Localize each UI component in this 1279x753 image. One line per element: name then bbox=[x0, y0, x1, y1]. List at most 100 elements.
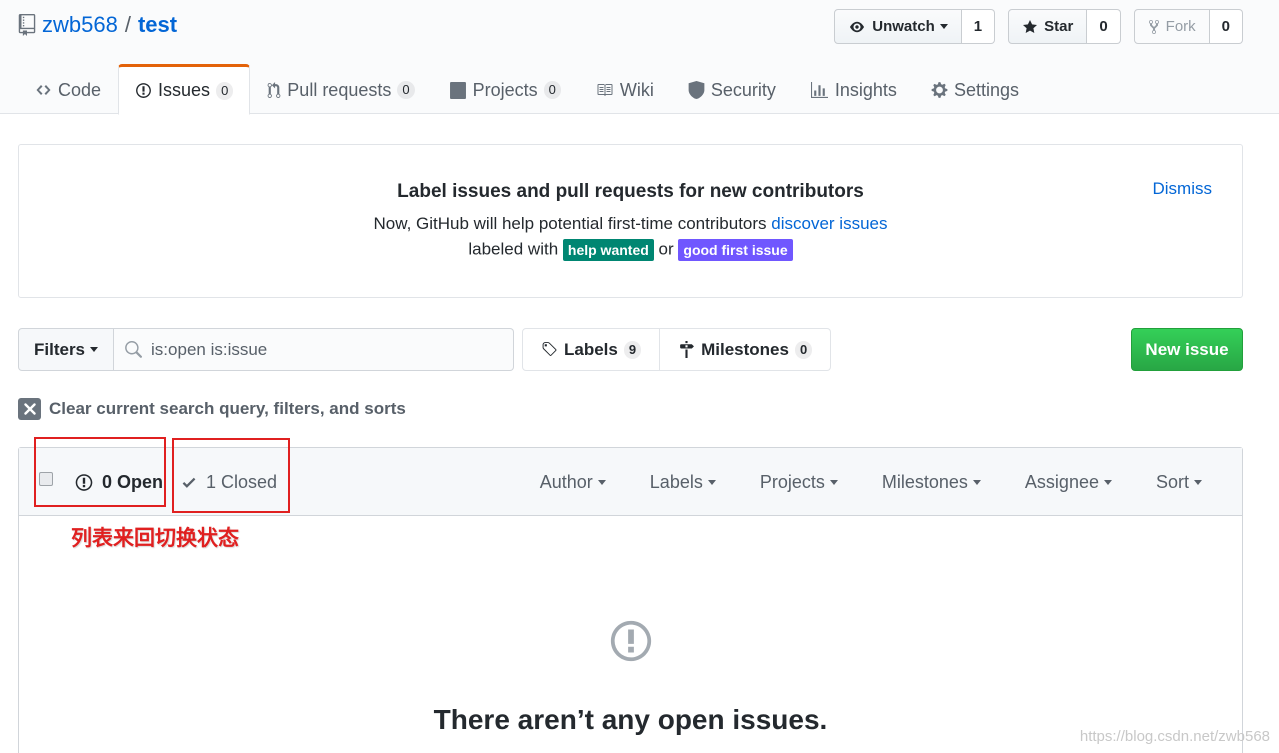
close-icon bbox=[18, 398, 41, 420]
labels-milestones-group: Labels 9 Milestones 0 bbox=[522, 328, 832, 371]
chevron-down-icon bbox=[829, 480, 838, 486]
repo-nav: Code Issues 0 Pull requests 0 Projects 0… bbox=[18, 64, 1036, 115]
banner-description: Now, GitHub will help potential first-ti… bbox=[19, 214, 1242, 234]
filters-label: Filters bbox=[34, 339, 86, 359]
label-good-first-issue[interactable]: good first issue bbox=[678, 239, 793, 261]
unwatch-label: Unwatch bbox=[872, 18, 935, 35]
milestones-label: Milestones bbox=[701, 339, 789, 359]
pulls-counter: 0 bbox=[397, 81, 415, 99]
tab-settings[interactable]: Settings bbox=[914, 64, 1036, 114]
discover-issues-link[interactable]: discover issues bbox=[771, 214, 887, 233]
tab-security[interactable]: Security bbox=[671, 64, 793, 114]
repo-icon bbox=[18, 14, 36, 36]
annotation-note: 列表来回切换状态 bbox=[71, 525, 239, 550]
banner-text: Now, GitHub will help potential first-ti… bbox=[373, 214, 767, 233]
chevron-down-icon bbox=[707, 480, 716, 486]
chevron-down-icon bbox=[1103, 480, 1112, 486]
tab-wiki[interactable]: Wiki bbox=[578, 64, 671, 114]
tab-projects-label: Projects bbox=[472, 79, 538, 100]
milestones-filter-label: Milestones bbox=[881, 471, 968, 492]
repo-owner-link[interactable]: zwb568 bbox=[42, 12, 118, 38]
projects-counter: 0 bbox=[543, 81, 561, 99]
clear-query-label: Clear current search query, filters, and… bbox=[49, 399, 406, 418]
fork-group: Fork 0 bbox=[1133, 9, 1243, 44]
labels-button[interactable]: Labels 9 bbox=[522, 328, 661, 371]
graph-icon bbox=[810, 81, 828, 98]
contributors-banner: Label issues and pull requests for new c… bbox=[18, 144, 1243, 298]
chevron-down-icon bbox=[939, 24, 948, 29]
search-field bbox=[114, 328, 515, 371]
banner-title: Label issues and pull requests for new c… bbox=[397, 181, 864, 202]
issue-opened-icon bbox=[610, 620, 652, 662]
tab-code-label: Code bbox=[58, 79, 102, 100]
code-icon bbox=[36, 85, 51, 95]
tab-insights-label: Insights bbox=[834, 79, 897, 100]
watchers-count[interactable]: 1 bbox=[961, 9, 996, 44]
tab-issues-label: Issues bbox=[158, 80, 211, 100]
repo-separator: / bbox=[124, 12, 131, 37]
issues-counter: 0 bbox=[216, 81, 234, 100]
filters-button[interactable]: Filters bbox=[18, 328, 115, 371]
sort-filter-label: Sort bbox=[1155, 471, 1189, 492]
empty-state-title: There aren’t any open issues. bbox=[433, 704, 828, 735]
assignee-filter[interactable]: Assignee bbox=[1025, 472, 1112, 493]
dismiss-button[interactable]: Dismiss bbox=[1153, 179, 1213, 199]
tab-insights[interactable]: Insights bbox=[793, 64, 914, 114]
tab-security-label: Security bbox=[710, 79, 776, 100]
gear-icon bbox=[931, 82, 948, 98]
labels-label: Labels bbox=[564, 339, 618, 359]
star-icon bbox=[1023, 19, 1038, 33]
milestones-button[interactable]: Milestones 0 bbox=[660, 328, 832, 371]
tab-pull-requests[interactable]: Pull requests 0 bbox=[250, 64, 431, 114]
tab-wiki-label: Wiki bbox=[619, 79, 654, 100]
tab-issues[interactable]: Issues 0 bbox=[118, 64, 251, 115]
author-filter[interactable]: Author bbox=[540, 472, 606, 493]
fork-button[interactable]: Fork bbox=[1133, 9, 1210, 44]
tab-pull-requests-label: Pull requests bbox=[287, 79, 392, 100]
clear-query-link[interactable]: Clear current search query, filters, and… bbox=[18, 398, 406, 420]
issues-toolbar: Filters Labels 9 Milestones 0 bbox=[18, 328, 832, 371]
chevron-down-icon bbox=[597, 480, 606, 486]
tab-projects[interactable]: Projects 0 bbox=[432, 64, 578, 114]
tab-code[interactable]: Code bbox=[18, 64, 118, 114]
unwatch-button[interactable]: Unwatch bbox=[834, 9, 962, 44]
annotation-box-closed bbox=[172, 438, 290, 513]
search-input[interactable] bbox=[114, 329, 514, 370]
label-help-wanted[interactable]: help wanted bbox=[562, 239, 654, 261]
watch-group: Unwatch 1 bbox=[834, 9, 996, 44]
new-issue-button[interactable]: New issue bbox=[1131, 328, 1243, 371]
milestones-counter: 0 bbox=[794, 340, 813, 359]
labels-counter: 9 bbox=[623, 340, 642, 359]
labels-filter[interactable]: Labels bbox=[650, 472, 716, 493]
banner-text: labeled with bbox=[468, 239, 559, 259]
milestone-icon bbox=[680, 341, 695, 358]
repo-header: zwb568 / test Unwatch 1 Star 0 Fork 0 Co… bbox=[0, 0, 1279, 115]
tag-icon bbox=[542, 342, 557, 356]
author-filter-label: Author bbox=[539, 471, 593, 492]
project-icon bbox=[449, 81, 466, 99]
forks-count[interactable]: 0 bbox=[1209, 9, 1243, 44]
fork-icon bbox=[1148, 19, 1159, 34]
sort-filter[interactable]: Sort bbox=[1156, 472, 1202, 493]
book-icon bbox=[597, 84, 613, 96]
star-label: Star bbox=[1044, 18, 1074, 35]
chevron-down-icon bbox=[972, 480, 981, 486]
search-icon bbox=[125, 341, 143, 358]
shield-icon bbox=[688, 81, 705, 99]
eye-icon bbox=[850, 21, 865, 32]
banner-labels-line: labeled with help wanted or good first i… bbox=[19, 239, 1242, 261]
milestones-filter[interactable]: Milestones bbox=[882, 472, 981, 493]
chevron-down-icon bbox=[90, 347, 99, 352]
stars-count[interactable]: 0 bbox=[1087, 9, 1121, 44]
banner-text: or bbox=[658, 239, 674, 259]
star-group: Star 0 bbox=[1008, 9, 1121, 44]
assignee-filter-label: Assignee bbox=[1024, 471, 1099, 492]
projects-filter-label: Projects bbox=[759, 471, 825, 492]
star-button[interactable]: Star bbox=[1008, 9, 1088, 44]
repo-title: zwb568 / test bbox=[18, 12, 177, 38]
chevron-down-icon bbox=[1194, 480, 1202, 486]
projects-filter[interactable]: Projects bbox=[760, 472, 838, 493]
repo-name-link[interactable]: test bbox=[138, 12, 177, 38]
git-pull-request-icon bbox=[267, 81, 281, 98]
repo-actions: Unwatch 1 Star 0 Fork 0 bbox=[821, 9, 1243, 44]
